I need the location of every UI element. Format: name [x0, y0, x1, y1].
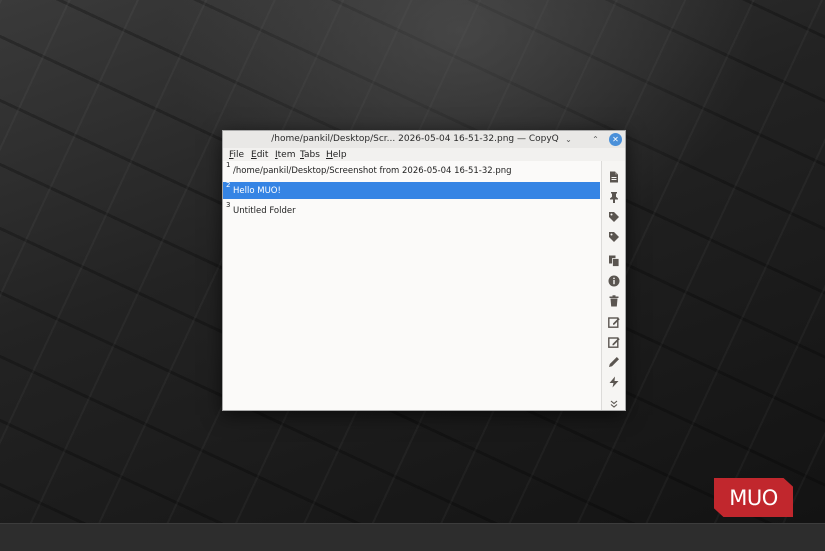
list-item[interactable]: 3 Untitled Folder	[223, 201, 600, 219]
title-bar[interactable]: /home/pankil/Desktop/Scr... 2026-05-04 1…	[223, 131, 625, 149]
tag-icon[interactable]	[607, 210, 621, 224]
item-number: 3	[226, 201, 231, 209]
list-item-selected[interactable]: 2 Hello MUO!	[223, 181, 600, 199]
pin-icon[interactable]	[607, 190, 621, 204]
clipboard-item-list[interactable]: 1 /home/pankil/Desktop/Screenshot from 2…	[223, 161, 601, 410]
copyq-window: /home/pankil/Desktop/Scr... 2026-05-04 1…	[222, 130, 626, 411]
chevron-down-icon[interactable]	[607, 397, 621, 411]
close-button[interactable]: ✕	[609, 133, 622, 146]
taskbar	[0, 523, 825, 551]
pencil-icon[interactable]	[607, 355, 621, 369]
edit-icon[interactable]	[607, 315, 621, 329]
menu-edit[interactable]: Edit	[251, 148, 268, 162]
list-item[interactable]: 1 /home/pankil/Desktop/Screenshot from 2…	[223, 161, 600, 179]
trash-icon[interactable]	[607, 294, 621, 308]
copy-icon[interactable]	[607, 254, 621, 268]
info-icon[interactable]	[607, 274, 621, 288]
item-toolbar	[601, 161, 625, 410]
item-number: 1	[226, 161, 231, 169]
bolt-icon[interactable]	[607, 375, 621, 389]
window-title: /home/pankil/Desktop/Scr... 2026-05-04 1…	[271, 134, 559, 144]
menu-help[interactable]: Help	[326, 148, 347, 162]
item-number: 2	[226, 181, 231, 189]
edit-external-icon[interactable]	[607, 335, 621, 349]
menu-item[interactable]: Item	[275, 148, 296, 162]
item-text: Untitled Folder	[233, 206, 296, 216]
minimize-button[interactable]: ⌄	[562, 133, 575, 146]
item-text: /home/pankil/Desktop/Screenshot from 202…	[233, 166, 512, 176]
menu-bar: File Edit Item Tabs Help	[223, 148, 625, 161]
muo-logo: MUO	[714, 478, 793, 517]
logo-text: MUO	[729, 485, 778, 510]
maximize-button[interactable]: ⌃	[589, 133, 602, 146]
tag-icon[interactable]	[607, 230, 621, 244]
item-text: Hello MUO!	[233, 186, 281, 196]
new-item-icon[interactable]	[607, 170, 621, 184]
menu-tabs[interactable]: Tabs	[300, 148, 320, 162]
menu-file[interactable]: File	[229, 148, 244, 162]
